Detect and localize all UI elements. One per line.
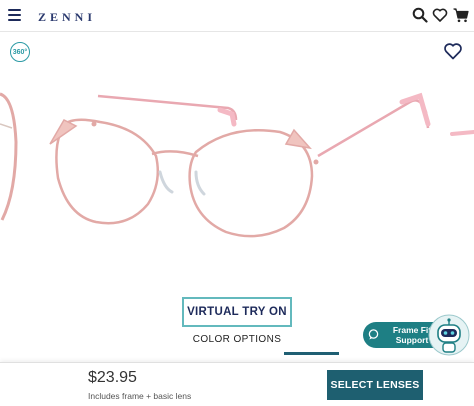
eyeglasses-image — [0, 92, 474, 238]
view-360-button[interactable]: 360° — [10, 42, 30, 62]
search-icon[interactable] — [412, 7, 428, 23]
chat-bubble-icon — [368, 329, 379, 340]
color-options-label[interactable]: COLOR OPTIONS — [180, 334, 294, 345]
select-lenses-button[interactable]: SELECT LENSES — [327, 370, 423, 400]
cart-icon[interactable] — [453, 7, 469, 23]
color-swatch-selected-indicator[interactable] — [284, 352, 339, 355]
top-header: ZENNI — [0, 0, 474, 32]
favorite-heart-icon[interactable] — [443, 41, 463, 61]
product-image-area[interactable]: 360° — [0, 32, 474, 294]
product-price: $23.95 — [88, 369, 137, 386]
heart-icon[interactable] — [432, 7, 448, 23]
price-includes-note: Includes frame + basic lens — [88, 391, 192, 401]
virtual-try-on-button[interactable]: VIRTUAL TRY ON — [182, 297, 292, 327]
menu-icon[interactable] — [8, 9, 21, 22]
brand-logo[interactable]: ZENNI — [38, 10, 96, 25]
support-robot-avatar-icon[interactable] — [428, 314, 470, 356]
